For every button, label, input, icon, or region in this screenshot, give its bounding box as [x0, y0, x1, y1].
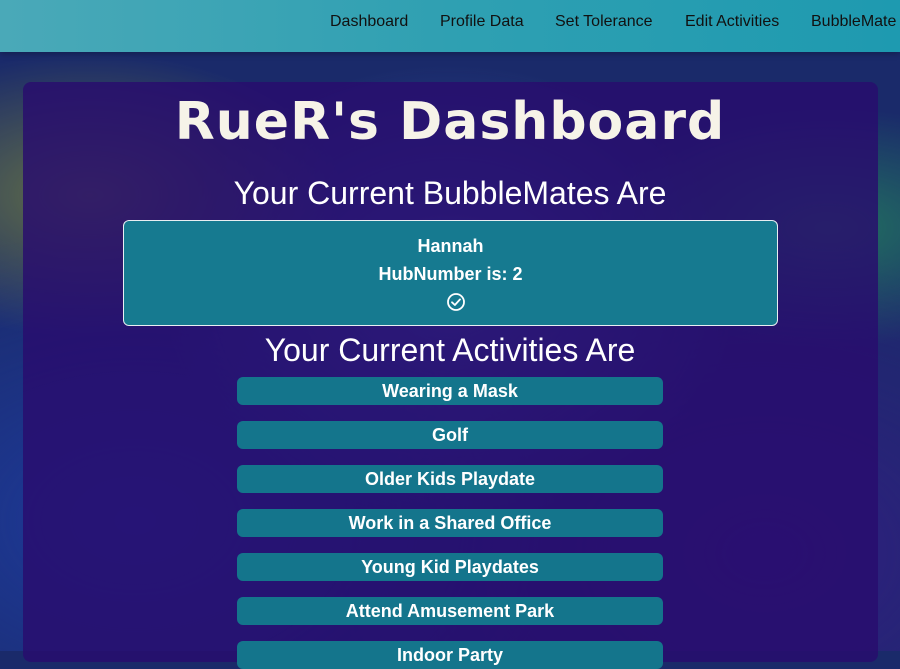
- bubblemates-heading: Your Current BubbleMates Are: [233, 175, 667, 211]
- activity-item[interactable]: Young Kid Playdates: [237, 553, 663, 581]
- nav-edit-activities[interactable]: Edit Activities: [685, 13, 779, 31]
- nav-bubblemate[interactable]: BubbleMate: [811, 13, 896, 31]
- activity-item[interactable]: Work in a Shared Office: [237, 509, 663, 537]
- check-circle-icon[interactable]: [446, 292, 466, 312]
- activity-item[interactable]: Wearing a Mask: [237, 377, 663, 405]
- nav-profile-data[interactable]: Profile Data: [440, 13, 524, 31]
- activities-heading: Your Current Activities Are: [264, 332, 636, 368]
- bubblemate-name: Hannah: [417, 236, 484, 256]
- activity-item[interactable]: Indoor Party: [237, 641, 663, 669]
- activity-item[interactable]: Attend Amusement Park: [237, 597, 663, 625]
- nav-set-tolerance[interactable]: Set Tolerance: [555, 13, 653, 31]
- page-title: RueR's Dashboard: [174, 92, 726, 152]
- nav-dashboard[interactable]: Dashboard: [330, 13, 408, 31]
- bubblemate-hub-number: HubNumber is: 2: [378, 264, 523, 284]
- activity-item[interactable]: Older Kids Playdate: [237, 465, 663, 493]
- bubblemate-card[interactable]: Hannah HubNumber is: 2: [123, 220, 778, 326]
- activity-item[interactable]: Golf: [237, 421, 663, 449]
- top-navigation: Dashboard Profile Data Set Tolerance Edi…: [0, 0, 900, 52]
